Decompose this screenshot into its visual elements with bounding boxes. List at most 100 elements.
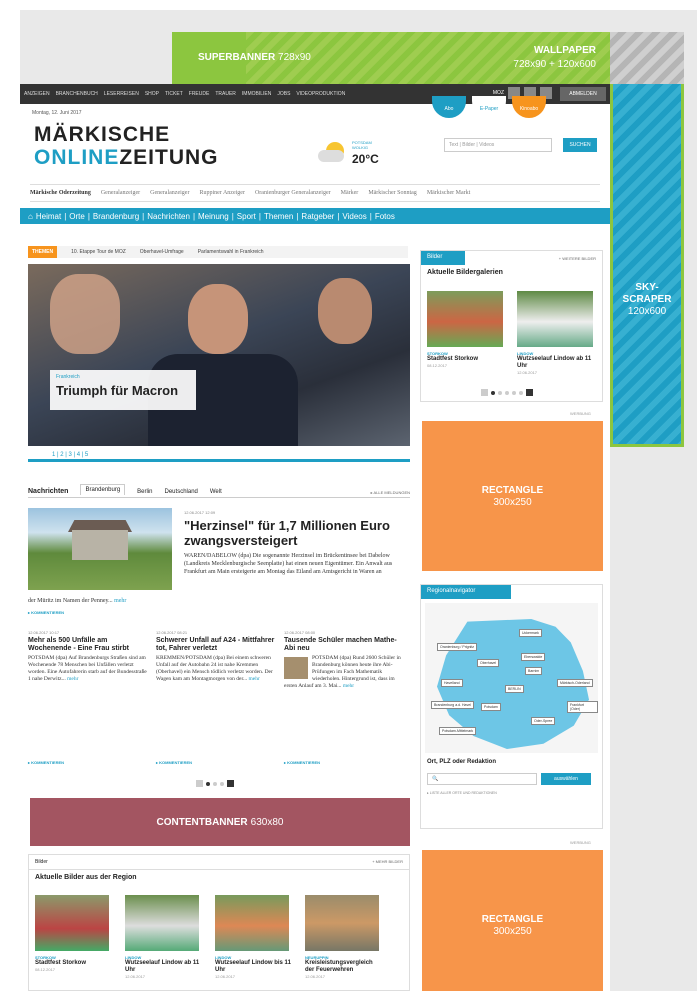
nav-themen[interactable]: Themen (264, 212, 293, 221)
news-pager[interactable] (196, 780, 234, 787)
service-nav-item[interactable]: SHOP (145, 91, 159, 97)
teaser-thumb[interactable] (284, 657, 308, 679)
nav-fotos[interactable]: Fotos (375, 212, 395, 221)
paper-link[interactable]: Ruppiner Anzeiger (199, 190, 245, 196)
service-nav-item[interactable]: JOBS (277, 91, 290, 97)
pager-dot[interactable] (220, 781, 224, 786)
tab-brandenburg[interactable]: Brandenburg (80, 484, 126, 495)
gallery-thumb[interactable] (517, 291, 593, 347)
pager-dot[interactable] (498, 390, 502, 395)
tab-nachrichten[interactable]: Nachrichten (28, 488, 68, 495)
paper-link[interactable]: Generalanzeiger (150, 190, 189, 196)
search-button[interactable]: SUCHEN (563, 138, 597, 152)
comment-link[interactable]: ▸ KOMMENTIEREN (156, 760, 192, 765)
mehr-link[interactable]: mehr (248, 676, 259, 682)
tab-berlin[interactable]: Berlin (137, 489, 152, 495)
nav-videos[interactable]: Videos (342, 212, 366, 221)
mehr-link[interactable]: mehr (67, 676, 78, 682)
gallery-caption[interactable]: LINDOW Wutzseelauf Lindow bis 11 Uhr 12.06… (215, 955, 293, 979)
next-icon[interactable] (526, 389, 533, 396)
paper-link[interactable]: Märkischer Sonntag (368, 190, 417, 196)
service-nav-item[interactable]: TRAUER (215, 91, 236, 97)
ort-input[interactable]: 🔍 (427, 773, 537, 785)
search-input[interactable]: Text | Bilder | Videos (444, 138, 552, 152)
mehr-link[interactable]: mehr (114, 598, 126, 604)
all-news-link[interactable]: ▸ ALLE MELDUNGEN (371, 490, 410, 495)
rectangle-ad[interactable]: RECTANGLE 300x250 (422, 421, 603, 571)
region-label[interactable]: BERLIN (505, 685, 524, 693)
service-nav-item[interactable]: LESERREISEN (104, 91, 139, 97)
region-label[interactable]: Frankfurt (Oder) (567, 701, 598, 713)
themen-link[interactable]: Parlamentswahl in Frankreich (198, 249, 264, 255)
service-nav-item[interactable]: TICKET (165, 91, 183, 97)
comment-link[interactable]: ▸ KOMMENTIEREN (28, 610, 64, 615)
gallery-thumb[interactable] (427, 291, 503, 347)
teaser-title[interactable]: Mehr als 500 Unfälle am Wochenende - Ein… (28, 637, 148, 653)
region-map[interactable]: Uckermark Oranienburg / Prignitz Eberswa… (425, 603, 598, 753)
pager-dot[interactable] (505, 390, 509, 395)
pager-dot[interactable] (519, 390, 523, 395)
themen-link[interactable]: 10. Etappe Tour de MOZ (71, 249, 126, 255)
gallery-thumb[interactable] (125, 895, 199, 951)
contentbanner-ad[interactable]: CONTENTBANNER 630x80 (30, 798, 410, 846)
tab-welt[interactable]: Welt (210, 489, 222, 495)
hero-pager[interactable]: 1 | 2 | 3 | 4 | 5 (28, 448, 410, 462)
region-label[interactable]: Märkisch-Oderland (557, 679, 593, 687)
kinoabo-circle[interactable]: Kinoabo (512, 96, 546, 118)
nav-meinung[interactable]: Meinung (198, 212, 229, 221)
region-label[interactable]: Uckermark (519, 629, 542, 637)
paper-link[interactable]: Märkischer Markt (427, 190, 471, 196)
region-label[interactable]: Potsdam-Mittelmark (439, 727, 477, 735)
next-icon[interactable] (227, 780, 234, 787)
lead-title[interactable]: "Herzinsel" für 1,7 Millionen Euro zwang… (184, 518, 410, 548)
logo-line1[interactable]: MÄRKISCHE (34, 124, 170, 146)
prev-icon[interactable] (481, 389, 488, 396)
logo-line2[interactable]: ONLINEZEITUNG (34, 147, 219, 169)
region-label[interactable]: Havelland (441, 679, 463, 687)
hero-caption[interactable]: Frankreich Triumph für Macron (50, 370, 196, 410)
region-label[interactable]: Potsdam (481, 703, 501, 711)
comment-link[interactable]: ▸ KOMMENTIEREN (28, 760, 64, 765)
service-nav-item[interactable]: BRANCHENBUCH (56, 91, 98, 97)
rectangle-ad[interactable]: RECTANGLE 300x250 (422, 850, 603, 991)
paper-link[interactable]: Märker (341, 190, 359, 196)
tab-deutschland[interactable]: Deutschland (165, 489, 198, 495)
more-galleries-link[interactable]: + WEITERE BILDER (559, 256, 596, 261)
paper-link[interactable]: Oranienburger Generalanzeiger (255, 190, 331, 196)
lead-image[interactable] (28, 508, 172, 590)
region-label[interactable]: Brandenburg a.d. Havel (431, 701, 474, 709)
paper-link[interactable]: Generalanzeiger (101, 190, 140, 196)
service-nav-item[interactable]: ANZEIGEN (24, 91, 50, 97)
teaser-title[interactable]: Tausende Schüler machen Mathe-Abi neu (284, 637, 404, 653)
gallery-thumb[interactable] (215, 895, 289, 951)
region-label[interactable]: Eberswalde (521, 653, 546, 661)
nav-brandenburg[interactable]: Brandenburg (93, 212, 139, 221)
nav-orte[interactable]: Orte (69, 212, 85, 221)
pager-dot[interactable] (213, 781, 217, 786)
hero-image[interactable]: Frankreich Triumph für Macron (28, 264, 410, 446)
abmelden-button[interactable]: ABMELDEN (560, 87, 606, 101)
weather-widget[interactable]: POTSDAM WOLKIG 20°C (316, 136, 416, 176)
service-nav-item[interactable]: FREUDE (189, 91, 210, 97)
service-nav-item[interactable]: VIDEOPRODUKTION (296, 91, 345, 97)
pager-dot[interactable] (512, 390, 516, 395)
region-label[interactable]: Oranienburg / Prignitz (437, 643, 478, 651)
gallery-thumb[interactable] (305, 895, 379, 951)
gallery-caption[interactable]: STORKOW Stadtfest Storkow 08.12.2017 (427, 351, 507, 368)
nav-nachrichten[interactable]: Nachrichten (147, 212, 190, 221)
teaser-title[interactable]: Schwerer Unfall auf A24 - Mittfahrer tot… (156, 637, 276, 653)
nav-ratgeber[interactable]: Ratgeber (301, 212, 334, 221)
region-label[interactable]: Barnim (525, 667, 543, 675)
pager-dot[interactable] (491, 390, 495, 395)
themen-link[interactable]: Oberhavel-Umfrage (140, 249, 184, 255)
auswaehlen-button[interactable]: auswählen (541, 773, 591, 785)
abo-circle[interactable]: Abo (432, 96, 466, 118)
home-icon[interactable]: ⌂ (28, 212, 33, 221)
nav-heimat[interactable]: Heimat (36, 212, 61, 221)
region-label[interactable]: Oberhavel (477, 659, 500, 667)
paper-link[interactable]: Märkische Oderzeitung (30, 190, 91, 196)
region-label[interactable]: Oder-Spree (531, 717, 556, 725)
more-images-link[interactable]: + MEHR BILDER (372, 859, 403, 865)
nav-sport[interactable]: Sport (237, 212, 256, 221)
gallery-caption[interactable]: NEURUPPIN Kreisleistungsvergleich der Feu… (305, 955, 383, 979)
